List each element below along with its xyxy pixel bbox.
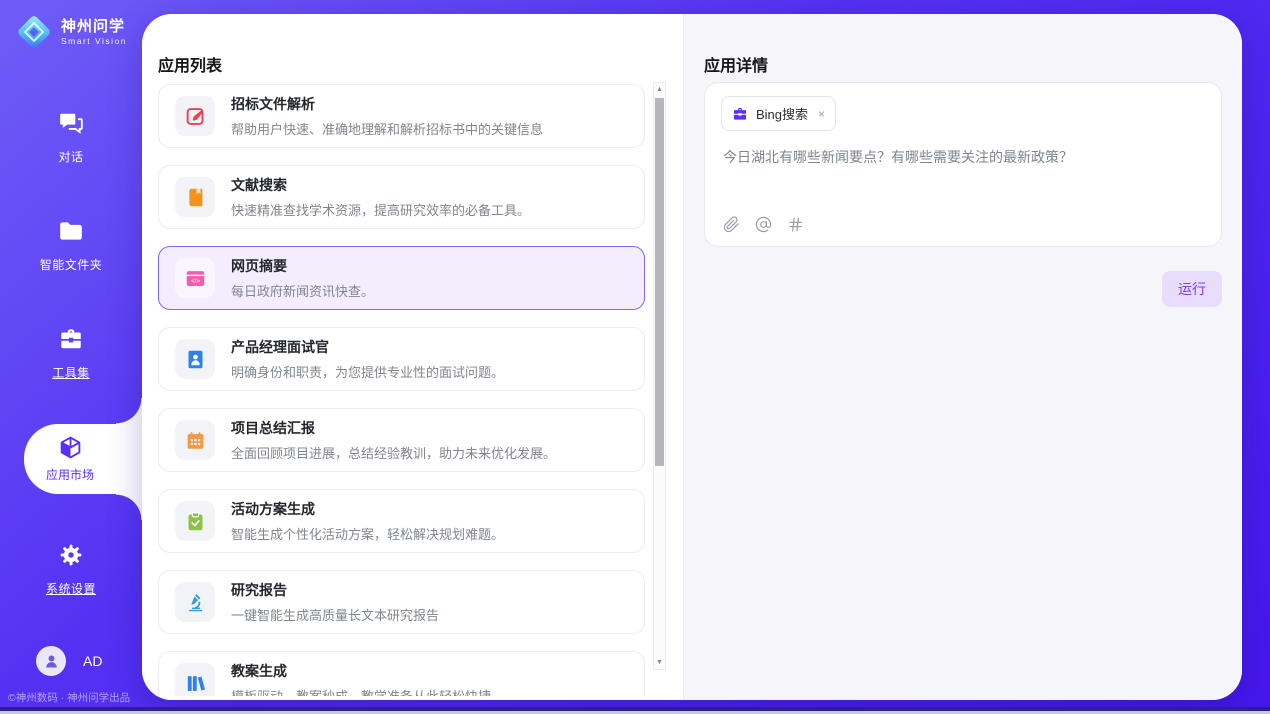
app-name: 招标文件解析 <box>231 94 543 114</box>
app-name: 活动方案生成 <box>231 499 504 519</box>
app-description: 快速精准查找学术资源，提高研究效率的必备工具。 <box>231 200 530 219</box>
app-list-item[interactable]: 教案生成 模板驱动，教案秒成，教学准备从此轻松快捷 <box>158 651 645 696</box>
sidebar-item-label: 系统设置 <box>0 580 142 597</box>
toolbox-icon <box>58 326 84 352</box>
chat-icon <box>58 110 84 136</box>
scroll-up-icon[interactable]: ▲ <box>654 86 665 93</box>
cube-icon <box>58 435 83 460</box>
app-list-item[interactable]: 活动方案生成 智能生成个性化活动方案，轻松解决规划难题。 <box>158 489 645 553</box>
doc-edit-icon <box>185 106 206 127</box>
sidebar-item-toolset[interactable]: 工具集 <box>0 326 142 381</box>
app-name: 教案生成 <box>231 661 491 681</box>
brand-logo-diamond-icon <box>14 12 54 52</box>
clipboard-check-icon <box>185 511 206 532</box>
paperclip-icon[interactable] <box>723 216 740 233</box>
prompt-card: Bing搜索 × 今日湖北有哪些新闻要点？有哪些需要关注的最新政策？ <box>704 82 1222 247</box>
sidebar-item-smart-folder[interactable]: 智能文件夹 <box>0 218 142 273</box>
app-list-item[interactable]: 产品经理面试官 明确身份和职责，为您提供专业性的面试问题。 <box>158 327 645 391</box>
app-description: 模板驱动，教案秒成，教学准备从此轻松快捷 <box>231 686 491 696</box>
book-icon <box>185 187 206 208</box>
briefcase-icon <box>732 106 748 122</box>
app-list-item[interactable]: 网页摘要 每日政府新闻资讯快查。 <box>158 246 645 310</box>
sidebar-item-label: 应用市场 <box>46 466 94 483</box>
microscope-icon <box>185 592 206 613</box>
scroll-down-icon[interactable]: ▼ <box>654 659 665 666</box>
app-list-item[interactable]: 研究报告 一键智能生成高质量长文本研究报告 <box>158 570 645 634</box>
app-detail-panel: 应用详情 Bing搜索 × 今日湖北有哪些新闻要点？有哪些需要关注的最新政策？ … <box>683 14 1242 700</box>
app-list-panel: 应用列表 招标文件解析 帮助用户快速、准确地理解和解析招标书中的关键信息 文献搜… <box>142 14 683 700</box>
app-name: 项目总结汇报 <box>231 418 556 438</box>
user-icon <box>43 653 60 670</box>
app-description: 一键智能生成高质量长文本研究报告 <box>231 605 439 624</box>
app-list-item[interactable]: 招标文件解析 帮助用户快速、准确地理解和解析招标书中的关键信息 <box>158 84 645 148</box>
interview-icon <box>185 349 206 370</box>
brand-name: 神州问学 <box>61 18 125 35</box>
prompt-input[interactable]: 今日湖北有哪些新闻要点？有哪些需要关注的最新政策？ <box>723 147 1203 167</box>
hash-icon[interactable] <box>787 216 804 233</box>
user-row: AD <box>36 646 102 676</box>
app-name: 产品经理面试官 <box>231 337 504 357</box>
list-scrollbar[interactable]: ▲ ▼ <box>653 82 666 670</box>
main-content: 应用列表 招标文件解析 帮助用户快速、准确地理解和解析招标书中的关键信息 文献搜… <box>142 14 1242 700</box>
app-description: 智能生成个性化活动方案，轻松解决规划难题。 <box>231 524 504 543</box>
sidebar-item-chat[interactable]: 对话 <box>0 110 142 165</box>
remove-tag-icon[interactable]: × <box>818 107 825 121</box>
app-list-item[interactable]: 项目总结汇报 全面回顾项目进展，总结经验教训，助力未来优化发展。 <box>158 408 645 472</box>
sidebar-item-app-market-active[interactable]: 应用市场 <box>24 424 142 494</box>
app-description: 每日政府新闻资讯快查。 <box>231 281 374 300</box>
sidebar-item-label: 工具集 <box>0 364 142 381</box>
app-name: 文献搜索 <box>231 175 530 195</box>
user-name: AD <box>83 653 102 669</box>
at-icon[interactable] <box>755 216 772 233</box>
app-list-title: 应用列表 <box>158 52 222 76</box>
brand: 神州问学 Smart Vision <box>14 12 127 52</box>
app-name: 网页摘要 <box>231 256 374 276</box>
app-detail-title: 应用详情 <box>704 52 768 76</box>
brand-subtitle: Smart Vision <box>61 36 127 46</box>
run-button[interactable]: 运行 <box>1162 271 1222 307</box>
tool-tag-bing-search[interactable]: Bing搜索 × <box>721 96 836 131</box>
browser-code-icon <box>185 268 206 289</box>
sidebar-item-settings[interactable]: 系统设置 <box>0 542 142 597</box>
scrollbar-thumb[interactable] <box>655 98 664 466</box>
prompt-toolbar <box>723 216 804 233</box>
copyright-text: ©神州数码 · 神州问学出品 <box>8 690 130 705</box>
app-description: 明确身份和职责，为您提供专业性的面试问题。 <box>231 362 504 381</box>
avatar[interactable] <box>36 646 66 676</box>
app-list: 招标文件解析 帮助用户快速、准确地理解和解析招标书中的关键信息 文献搜索 快速精… <box>158 84 645 696</box>
app-name: 研究报告 <box>231 580 439 600</box>
calendar-icon <box>185 430 206 451</box>
folder-icon <box>58 218 84 244</box>
sidebar-item-label: 对话 <box>0 148 142 165</box>
app-description: 帮助用户快速、准确地理解和解析招标书中的关键信息 <box>231 119 543 138</box>
app-description: 全面回顾项目进展，总结经验教训，助力未来优化发展。 <box>231 443 556 462</box>
sidebar: 神州问学 Smart Vision 对话 智能文件夹 工具集 应用市场 系统设置… <box>0 0 142 714</box>
tool-tag-label: Bing搜索 <box>756 104 808 123</box>
app-list-item[interactable]: 文献搜索 快速精准查找学术资源，提高研究效率的必备工具。 <box>158 165 645 229</box>
gear-icon <box>58 542 84 568</box>
books-icon <box>185 673 206 694</box>
sidebar-item-label: 智能文件夹 <box>0 256 142 273</box>
